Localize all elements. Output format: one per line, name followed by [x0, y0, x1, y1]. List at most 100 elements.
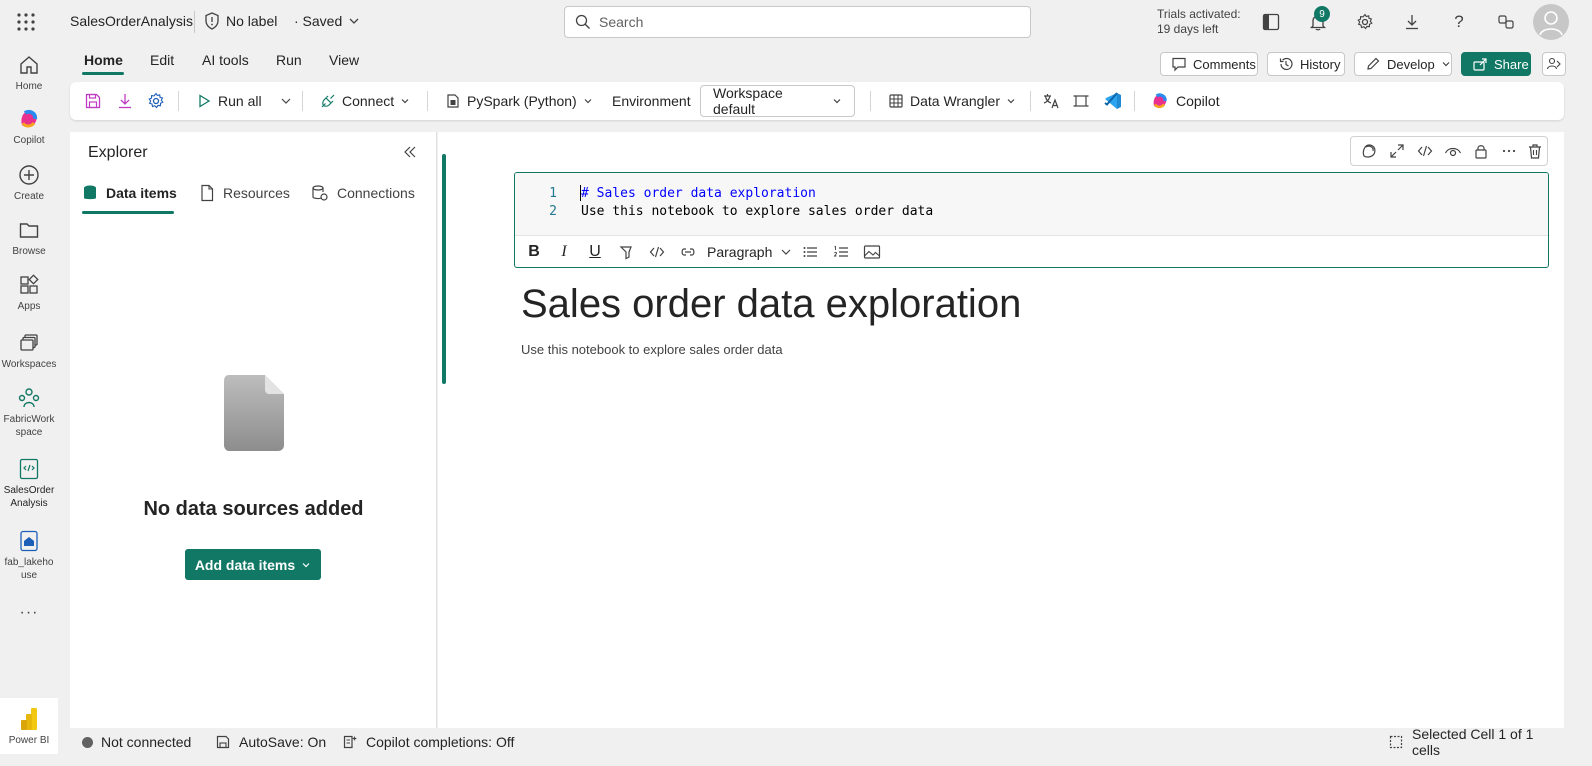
translate-icon[interactable] — [1042, 82, 1060, 120]
powerbi-switcher[interactable]: Power BI — [0, 698, 58, 754]
powerbi-icon — [18, 706, 40, 732]
rail-item-workspaces[interactable]: Workspaces — [0, 330, 58, 371]
avatar[interactable] — [1533, 4, 1569, 40]
tab-ai-tools[interactable]: AI tools — [202, 52, 249, 68]
tab-data-items-label: Data items — [106, 185, 177, 201]
highlight-icon[interactable] — [615, 236, 637, 267]
environment-dropdown[interactable]: Workspace default — [700, 85, 855, 117]
fullscreen-frame-icon[interactable] — [1072, 82, 1090, 120]
chevron-down-icon — [301, 560, 311, 570]
notebook-name[interactable]: SalesOrderAnalysis — [70, 13, 193, 29]
tab-connections[interactable]: Connections — [311, 184, 415, 202]
database-link-icon — [311, 184, 329, 202]
tab-resources[interactable]: Resources — [199, 184, 290, 202]
add-data-items-button[interactable]: Add data items — [185, 549, 321, 580]
code-view-icon[interactable] — [1411, 137, 1439, 165]
rail-item-browse[interactable]: Browse — [0, 217, 58, 258]
explorer-panel: Explorer Data items Resources Connection… — [70, 132, 437, 728]
rail-item-apps[interactable]: Apps — [0, 272, 58, 313]
save-status[interactable]: · Saved — [294, 13, 360, 29]
collapse-panel-icon[interactable] — [402, 144, 418, 160]
link-icon[interactable] — [677, 236, 699, 267]
autosave-status[interactable]: AutoSave: On — [215, 730, 326, 754]
lock-icon[interactable] — [1467, 137, 1495, 165]
delete-trash-icon[interactable] — [1521, 137, 1549, 165]
panel-toggle-icon[interactable] — [1255, 6, 1287, 38]
code-line: # Sales order data exploration — [581, 186, 816, 201]
environment-value: Workspace default — [713, 85, 783, 117]
run-all-chevron-icon[interactable] — [280, 82, 292, 120]
help-icon[interactable]: ? — [1443, 6, 1475, 38]
top-bar: SalesOrderAnalysis No label · Saved Sear… — [0, 0, 1592, 44]
rail-item-label: Create — [13, 191, 44, 202]
rail-item-label: Apps — [17, 301, 41, 312]
trial-status[interactable]: Trials activated: 19 days left — [1157, 7, 1241, 37]
share-feedback-icon[interactable] — [1490, 6, 1522, 38]
data-wrangler-dropdown[interactable]: Data Wrangler — [888, 82, 1016, 120]
rail-item-fab-lakehouse[interactable]: fab_lakehouse — [0, 528, 58, 582]
inline-code-icon[interactable] — [646, 236, 668, 267]
image-icon[interactable] — [861, 236, 883, 267]
app-launcher-icon[interactable] — [16, 12, 36, 32]
tab-run[interactable]: Run — [276, 52, 302, 68]
preview-eye-icon[interactable] — [1439, 137, 1467, 165]
tab-home[interactable]: Home — [84, 52, 123, 68]
bold-button[interactable]: B — [523, 236, 545, 267]
share-button[interactable]: Share — [1461, 52, 1531, 76]
more-options-icon[interactable] — [1495, 137, 1523, 165]
rail-item-fabric-workspace[interactable]: FabricWorkspace — [0, 385, 58, 439]
gear-icon[interactable] — [1349, 6, 1381, 38]
tab-data-items[interactable]: Data items — [82, 184, 177, 202]
vscode-icon[interactable] — [1103, 82, 1123, 120]
tab-edit[interactable]: Edit — [150, 52, 174, 68]
comments-button[interactable]: Comments — [1160, 52, 1258, 76]
toolbar-divider — [1134, 91, 1135, 111]
rail-item-sales-order-analysis[interactable]: SalesOrderAnalysis — [0, 456, 58, 510]
language-dropdown[interactable]: PySpark (Python) — [445, 82, 593, 120]
markdown-cell[interactable]: 1 # Sales order data exploration 2 Use t… — [514, 172, 1549, 268]
expand-icon[interactable] — [1383, 137, 1411, 165]
collaborators-icon[interactable] — [1542, 52, 1566, 76]
paragraph-style-dropdown[interactable]: Paragraph — [707, 236, 792, 267]
connect-dropdown[interactable]: Connect — [320, 82, 410, 120]
sensitivity-label[interactable]: No label — [204, 12, 277, 30]
rail-item-copilot[interactable]: Copilot — [0, 106, 58, 147]
italic-button[interactable]: I — [553, 236, 575, 267]
search-box[interactable]: Search — [564, 6, 1031, 38]
save-icon[interactable] — [84, 82, 102, 120]
notebook-icon — [16, 456, 42, 482]
status-dot-icon — [82, 736, 93, 748]
folder-icon — [16, 217, 42, 243]
rail-item-label: Workspaces — [1, 359, 57, 370]
history-button[interactable]: History — [1267, 52, 1345, 76]
play-icon — [196, 93, 212, 109]
bulleted-list-icon[interactable] — [799, 236, 821, 267]
toolbar-divider — [302, 91, 303, 111]
rail-item-label: FabricWorkspace — [3, 414, 55, 438]
plug-icon — [320, 93, 336, 109]
markdown-editor[interactable]: 1 # Sales order data exploration 2 Use t… — [515, 173, 1548, 236]
run-all-button[interactable]: Run all — [196, 82, 262, 120]
more-items-icon[interactable]: ··· — [0, 605, 58, 621]
download-icon[interactable] — [1396, 6, 1428, 38]
connection-status[interactable]: Not connected — [82, 730, 191, 754]
autosave-text: AutoSave: On — [239, 734, 327, 750]
numbered-list-icon[interactable] — [830, 236, 852, 267]
share-label: Share — [1494, 56, 1529, 72]
copilot-completions-status[interactable]: Copilot completions: Off — [342, 730, 514, 754]
rail-item-create[interactable]: Create — [0, 162, 58, 203]
rail-item-home[interactable]: Home — [0, 52, 58, 93]
copilot-button[interactable]: Copilot — [1150, 82, 1220, 120]
connect-label: Connect — [342, 93, 395, 109]
export-download-icon[interactable] — [116, 82, 134, 120]
tab-view[interactable]: View — [329, 52, 359, 68]
line-number: 1 — [549, 186, 557, 201]
develop-dropdown[interactable]: Develop — [1354, 52, 1452, 76]
settings-gear-icon[interactable] — [147, 82, 165, 120]
copilot-label: Copilot — [1176, 93, 1220, 109]
underline-button[interactable]: U — [584, 236, 606, 267]
people-group-icon — [16, 385, 42, 411]
save-status-text: · Saved — [294, 13, 343, 29]
lakehouse-icon — [16, 528, 42, 554]
copilot-cell-icon[interactable] — [1355, 137, 1383, 165]
